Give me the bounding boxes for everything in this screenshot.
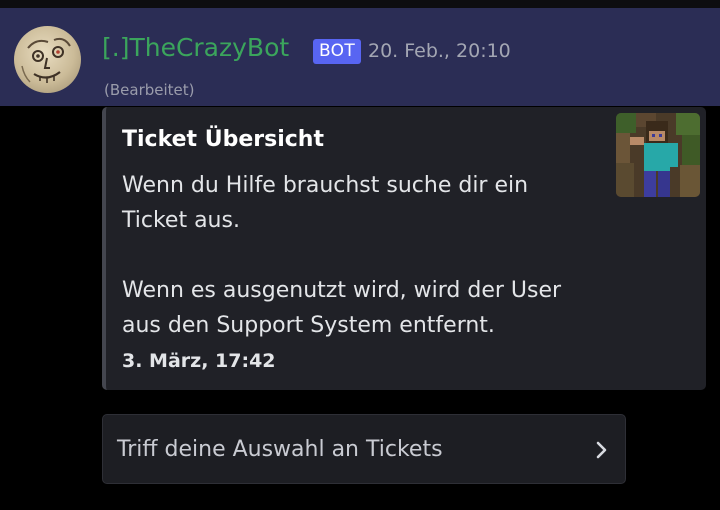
embed-thumbnail[interactable] — [616, 113, 700, 197]
message-timestamp: 20. Feb., 20:10 — [368, 40, 511, 62]
author-avatar[interactable] — [14, 26, 81, 93]
bot-badge: BOT — [313, 39, 362, 64]
author-name[interactable]: [.]TheCrazyBot — [102, 33, 289, 63]
doodle-face-icon — [21, 37, 71, 83]
embed-description: Wenn du Hilfe brauchst suche dir ein Tic… — [122, 168, 592, 343]
ticket-select-menu[interactable]: Triff deine Auswahl an Tickets — [102, 414, 626, 484]
select-placeholder: Triff deine Auswahl an Tickets — [117, 437, 443, 462]
embed-footer-timestamp: 3. März, 17:42 — [122, 350, 276, 372]
embed-description-paragraph: Wenn du Hilfe brauchst suche dir ein Tic… — [122, 173, 529, 233]
top-edge-band — [0, 0, 720, 8]
edited-label: (Bearbeitet) — [104, 81, 195, 99]
ticket-embed: Ticket Übersicht Wenn du Hilfe brauchst … — [102, 107, 706, 390]
chevron-right-icon — [591, 440, 611, 460]
minecraft-character-icon — [616, 113, 700, 197]
embed-description-paragraph: Wenn es ausgenutzt wird, wird der User a… — [122, 278, 562, 338]
embed-title: Ticket Übersicht — [122, 127, 324, 152]
